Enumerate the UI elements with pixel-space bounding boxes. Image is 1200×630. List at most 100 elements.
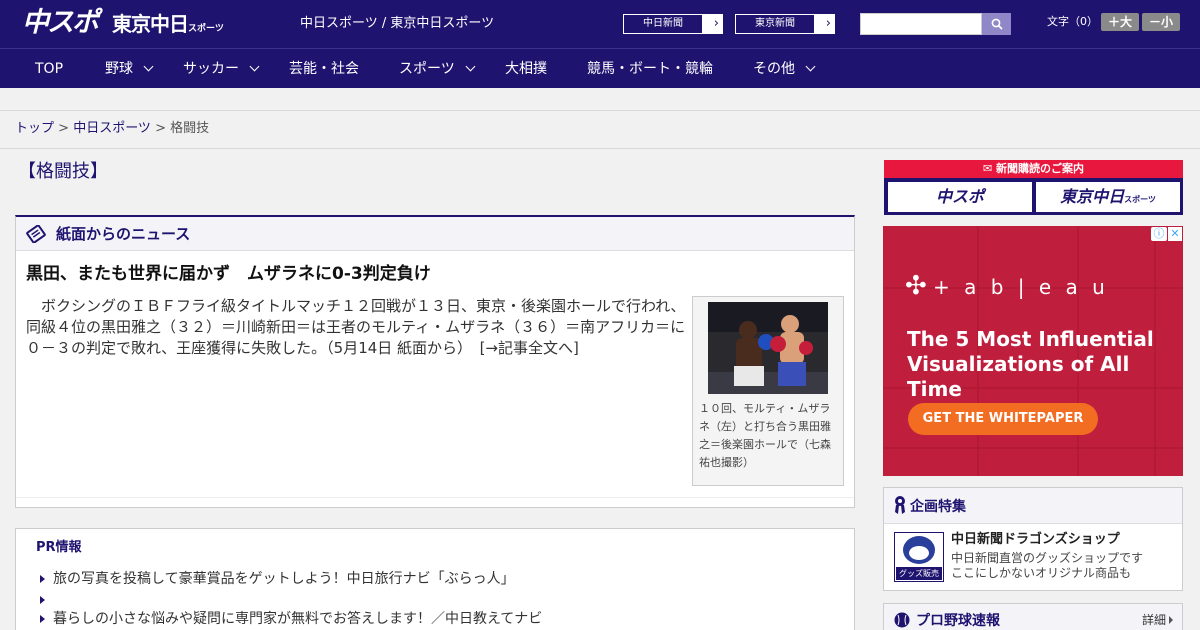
news-body: ボクシングのＩＢＦフライ級タイトルマッチ１２回戦が１３日、東京・後楽園ホールで行… [26, 296, 686, 359]
nav-item-label: 野球 [105, 61, 133, 77]
search-icon [991, 18, 1003, 30]
pro-baseball-title: プロ野球速報 [916, 613, 1000, 629]
boxing-photo-image [708, 302, 828, 394]
subscribe-banner-heading: ✉ 新聞購読のご案内 [884, 160, 1183, 178]
tokyo-shimbun-button[interactable]: 東京新聞 › [734, 13, 836, 35]
news-headline[interactable]: 黒田、またも世界に届かず ムザラネに0-3判定負け [26, 262, 431, 286]
pro-baseball-detail-link[interactable]: 詳細 [1142, 612, 1174, 628]
news-photo-box: １０回、モルティ・ムザラネ（左）と打ち合う黒田雅之＝後楽園ホールで（七森祐也撮影… [692, 296, 844, 486]
breadcrumb-separator: > [150, 121, 171, 136]
news-card-title: 紙面からのニュース [56, 225, 191, 243]
ad-info-icon[interactable]: ⓘ [1151, 227, 1167, 241]
chevron-down-icon [465, 61, 476, 72]
news-body-text: ボクシングのＩＢＦフライ級タイトルマッチ１２回戦が１３日、東京・後楽園ホールで行… [26, 297, 686, 357]
pr-item-label: 暮らしの小さな悩みや疑問に専門家が無料でお答えします！／中日教えてナビ [53, 611, 543, 627]
nav-item-label: その他 [753, 61, 795, 77]
nav-item-label: 芸能・社会 [289, 61, 359, 77]
tableau-logo-icon: ✣ [905, 271, 927, 301]
subscribe-tokyo-chunichi-logo[interactable]: 東京中日スポーツ [1036, 182, 1180, 212]
font-size-label: 文字（0） [1047, 15, 1098, 28]
chevron-down-icon [249, 61, 260, 72]
baseball-icon [894, 612, 910, 628]
pr-item[interactable]: 旅の写真を投稿して豪華賞品をゲットしよう！中日旅行ナビ「ぶらっ人」 [40, 569, 515, 589]
nav-item-label: 競馬・ボート・競輪 [587, 61, 713, 77]
pr-item[interactable] [40, 590, 53, 610]
detail-label: 詳細 [1142, 613, 1167, 627]
subscribe-chuspo-logo[interactable]: 中スポ [888, 182, 1032, 212]
nav-item-baseball[interactable]: 野球 [105, 49, 154, 89]
chevron-down-icon [143, 61, 154, 72]
special-feature-header: 企画特集 [884, 488, 1182, 524]
chevron-right-icon: › [713, 16, 719, 31]
news-card: 紙面からのニュース 黒田、またも世界に届かず ムザラネに0-3判定負け ボクシン… [15, 215, 855, 508]
breadcrumb-chunichi-sports-link[interactable]: 中日スポーツ [73, 121, 151, 136]
newspaper-icon [26, 225, 46, 243]
ad-close-icon[interactable]: ✕ [1168, 227, 1182, 241]
dragons-shop-description: 中日新聞直営のグッズショップです ここにしかないオリジナル商品も [951, 551, 1143, 581]
tokyo-logo-small: スポーツ [188, 24, 224, 34]
nav-item-other[interactable]: その他 [753, 49, 816, 89]
ad-headline: The 5 Most Influential Visualizations of… [907, 327, 1154, 401]
pro-baseball-box: プロ野球速報 詳細 [883, 603, 1183, 630]
bullet-arrow-icon [40, 615, 45, 623]
chevron-right-icon: › [825, 16, 831, 31]
newspaper-icon: ✉ [982, 162, 997, 175]
nav-item-soccer[interactable]: サッカー [183, 49, 260, 89]
ad-brand: + a b | e a u [933, 275, 1109, 299]
nav-item-label: 大相撲 [505, 61, 547, 77]
breadcrumb-current: 格闘技 [170, 121, 210, 136]
bullet-arrow-icon [40, 596, 45, 604]
subscribe-tokyo-logo-small: スポーツ [1124, 195, 1156, 204]
nav-item-label: TOP [35, 61, 64, 77]
mascot-icon [903, 536, 935, 564]
header-tagline: 中日スポーツ / 東京中日スポーツ [300, 16, 495, 31]
shop-desc-line: 中日新聞直営のグッズショップです [951, 551, 1144, 565]
pr-item-label: 旅の写真を投稿して豪華賞品をゲットしよう！中日旅行ナビ「ぶらっ人」 [53, 571, 515, 587]
photo-caption: １０回、モルティ・ムザラネ（左）と打ち合う黒田雅之＝後楽園ホールで（七森祐也撮影… [699, 402, 831, 469]
pr-item[interactable]: 暮らしの小さな悩みや疑問に専門家が無料でお答えします！／中日教えてナビ [40, 609, 542, 629]
pr-box: PR情報 旅の写真を投稿して豪華賞品をゲットしよう！中日旅行ナビ「ぶらっ人」 暮… [15, 528, 855, 630]
nav-item-label: サッカー [183, 61, 239, 77]
nav-item-sports[interactable]: スポーツ [399, 49, 476, 89]
divider [16, 497, 854, 498]
nav-item-keiba[interactable]: 競馬・ボート・競輪 [587, 49, 713, 89]
news-card-header: 紙面からのニュース [16, 217, 854, 251]
breadcrumb-top-link[interactable]: トップ [15, 121, 54, 136]
tokyo-logo-main: 東京中日 [112, 12, 189, 36]
chevron-right-icon [1169, 616, 1174, 624]
search-input[interactable] [860, 13, 982, 35]
subscribe-tokyo-logo-main: 東京中日 [1060, 187, 1125, 206]
divider [0, 148, 1200, 149]
ad-cta-button[interactable]: GET THE WHITEPAPER [908, 403, 1098, 435]
tokyo-shimbun-label: 東京新聞 [735, 14, 815, 34]
nav-item-label: スポーツ [399, 61, 455, 77]
font-larger-button[interactable]: ＋大 [1101, 13, 1139, 31]
special-feature-box: 企画特集 グッズ販売中 中日新聞ドラゴンズショップ 中日新聞直営のグッズショップ… [883, 487, 1183, 591]
ribbon-icon [895, 496, 905, 514]
breadcrumb-separator: > [54, 121, 74, 136]
shop-desc-line: ここにしかないオリジナル商品も [951, 566, 1132, 580]
dragons-shop-link[interactable]: 中日新聞ドラゴンズショップ [951, 531, 1120, 549]
subscribe-heading-label: 新聞購読のご案内 [996, 162, 1085, 175]
chuspo-logo[interactable]: 中スポ [22, 6, 99, 40]
site-header: 中スポ 東京中日スポーツ 中日スポーツ / 東京中日スポーツ 中日新聞 › 東京… [0, 0, 1200, 48]
page-title: 【格闘技】 [18, 161, 108, 182]
pr-title: PR情報 [36, 540, 82, 555]
main-nav: TOP 野球 サッカー 芸能・社会 スポーツ 大相撲 競馬・ボート・競輪 その他 [0, 48, 1200, 88]
nav-item-entertainment[interactable]: 芸能・社会 [289, 49, 359, 89]
news-photo[interactable] [708, 302, 828, 394]
divider [0, 110, 1200, 111]
chevron-down-icon [805, 61, 816, 72]
chunichi-shimbun-button[interactable]: 中日新聞 › [622, 13, 724, 35]
tableau-ad[interactable]: ✣ + a b | e a u The 5 Most Influential V… [883, 226, 1183, 476]
bullet-arrow-icon [40, 575, 45, 583]
font-smaller-button[interactable]: －小 [1142, 13, 1180, 31]
chunichi-shimbun-label: 中日新聞 [623, 14, 703, 34]
breadcrumb: トップ > 中日スポーツ > 格闘技 [15, 120, 209, 138]
tokyo-chunichi-logo[interactable]: 東京中日スポーツ [112, 10, 224, 38]
read-more-link[interactable]: [→記事全文へ] [480, 339, 579, 357]
search-button[interactable] [982, 13, 1011, 35]
dragons-shop-thumbnail[interactable]: グッズ販売中 [894, 532, 944, 591]
nav-item-sumo[interactable]: 大相撲 [505, 49, 547, 89]
nav-item-top[interactable]: TOP [35, 49, 63, 89]
